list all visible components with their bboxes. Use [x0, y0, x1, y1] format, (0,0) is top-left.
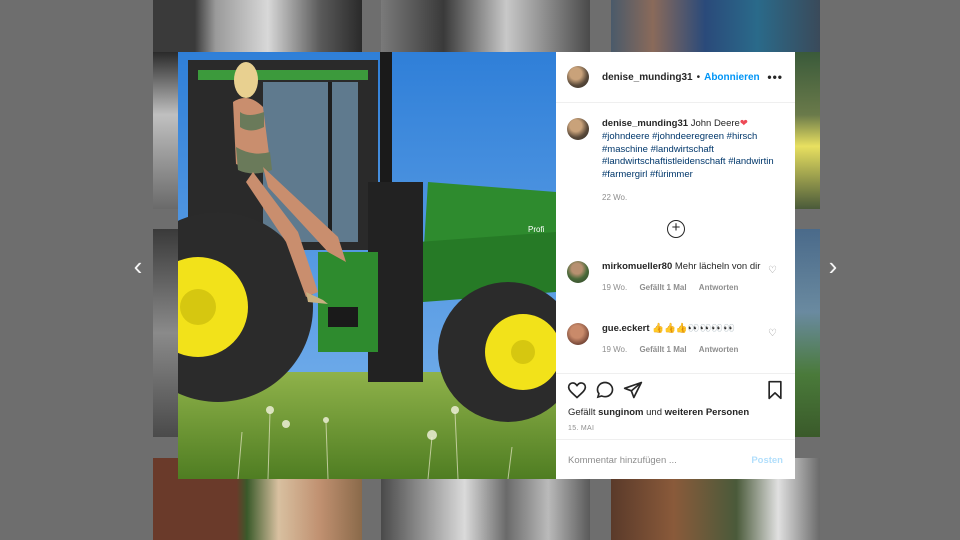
grid-tile[interactable] [381, 0, 590, 52]
grid-tile[interactable] [794, 229, 820, 437]
more-icon[interactable]: ••• [767, 70, 783, 84]
avatar[interactable] [567, 261, 589, 283]
hashtag-list[interactable]: #johndeere #johndeeregreen #hirsch #masc… [602, 131, 774, 180]
reply-button[interactable]: Antworten [699, 345, 739, 354]
heart-icon[interactable]: ♡ [768, 265, 777, 276]
comment-username[interactable]: mirkomueller80 [602, 261, 672, 272]
post-header: denise_munding31 • Abonnieren ••• [556, 52, 795, 103]
comment-body: Mehr lächeln von dir [674, 261, 761, 272]
avatar[interactable] [567, 66, 589, 88]
likes-others[interactable]: weiteren Personen [665, 407, 749, 418]
post-date: 15. MAI [568, 425, 595, 432]
caption-text: denise_munding31 John Deere❤ #johndeere … [602, 118, 787, 205]
share-icon[interactable] [623, 380, 643, 400]
heart-icon[interactable] [567, 380, 587, 400]
post-photo[interactable]: Profi [178, 52, 556, 479]
likes-summary: Gefällt sunginom und weiteren Personen [568, 407, 749, 418]
add-comment-bar: Kommentar hinzufügen ... Posten [556, 439, 795, 480]
grid-tile[interactable] [153, 229, 178, 437]
likes-prefix: Gefällt [568, 407, 596, 418]
avatar[interactable] [567, 323, 589, 345]
comment-likes[interactable]: Gefällt 1 Mal [639, 345, 686, 354]
post-caption: denise_munding31 John Deere❤ #johndeere … [567, 118, 787, 205]
comment-text: gue.eckert 👍👍👍👀👀👀👀 19 Wo. Gefällt 1 Mal … [602, 323, 762, 357]
likes-mid: und [646, 407, 662, 418]
comment-username[interactable]: gue.eckert [602, 323, 650, 334]
bookmark-icon[interactable] [765, 380, 785, 400]
post-comment-button[interactable]: Posten [751, 455, 783, 466]
comment-age: 19 Wo. [602, 282, 628, 292]
comment-item: gue.eckert 👍👍👍👀👀👀👀 19 Wo. Gefällt 1 Mal … [567, 323, 787, 357]
avatar[interactable] [567, 118, 589, 140]
post-modal: Profi denise_munding31 • Abonnieren ••• … [178, 52, 795, 479]
tractor-photo: Profi [178, 52, 556, 479]
comment-input[interactable]: Kommentar hinzufügen ... [568, 455, 677, 466]
heart-icon[interactable]: ♡ [768, 328, 777, 339]
grid-tile[interactable] [153, 0, 362, 52]
grid-tile[interactable] [153, 52, 178, 209]
grid-tile[interactable] [611, 0, 820, 52]
comment-meta: 19 Wo. Gefällt 1 Mal Antworten [602, 282, 762, 295]
follow-button[interactable]: Abonnieren [704, 72, 760, 83]
heart-emoji: ❤ [739, 118, 748, 129]
comment-likes[interactable]: Gefällt 1 Mal [639, 283, 686, 292]
chevron-right-icon[interactable]: › [823, 253, 843, 279]
comment-meta: 19 Wo. Gefällt 1 Mal Antworten [602, 344, 762, 357]
comment-item: mirkomueller80 Mehr lächeln von dir 19 W… [567, 261, 787, 295]
post-sidebar: denise_munding31 • Abonnieren ••• denise… [556, 52, 795, 479]
comment-text: mirkomueller80 Mehr lächeln von dir 19 W… [602, 261, 762, 295]
chevron-left-icon[interactable]: ‹ [128, 253, 148, 279]
likes-user[interactable]: sunginom [598, 407, 643, 418]
reply-button[interactable]: Antworten [699, 283, 739, 292]
comment-age: 19 Wo. [602, 344, 628, 354]
comment-icon[interactable] [595, 380, 615, 400]
grid-tile[interactable] [381, 479, 590, 540]
post-actions: Gefällt sunginom und weiteren Personen 1… [556, 373, 795, 440]
username-link[interactable]: denise_munding31 [602, 72, 693, 83]
loader-brand-label: Profi [528, 225, 545, 234]
plus-circle-icon[interactable]: + [667, 220, 685, 238]
separator-dot: • [696, 71, 701, 83]
grid-tile[interactable] [794, 52, 820, 209]
comment-body: 👍👍👍👀👀👀👀 [652, 323, 735, 334]
caption-body: John Deere [690, 118, 740, 129]
post-age: 22 Wo. [602, 192, 628, 202]
caption-username[interactable]: denise_munding31 [602, 118, 688, 129]
